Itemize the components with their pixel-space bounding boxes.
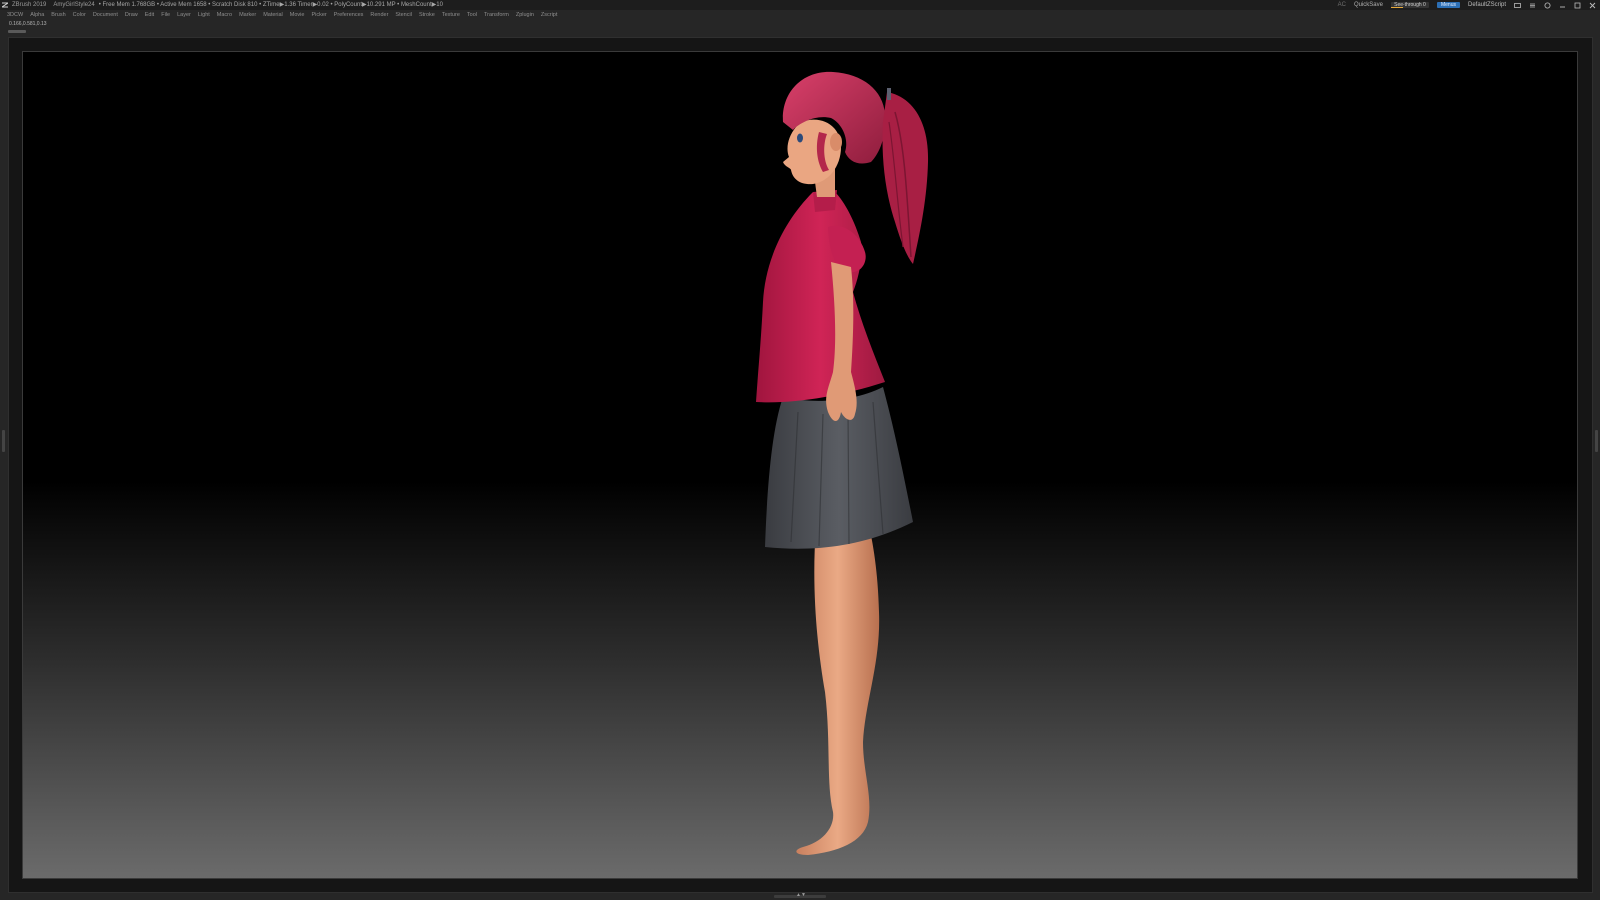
- menu-item-transform[interactable]: Transform: [484, 10, 509, 20]
- shirt: [756, 192, 885, 403]
- ear: [830, 133, 842, 151]
- coordinate-readout: 0.166,0.581,0.13: [9, 21, 47, 27]
- menu-item-edit[interactable]: Edit: [145, 10, 154, 20]
- menu-item-draw[interactable]: Draw: [125, 10, 138, 20]
- default-zscript-button[interactable]: DefaultZScript: [1468, 0, 1506, 10]
- menu-item-marker[interactable]: Marker: [239, 10, 256, 20]
- right-tray-handle[interactable]: [1595, 430, 1598, 452]
- tray-arrows-icon[interactable]: ▲▼: [796, 892, 806, 899]
- eye: [797, 133, 803, 143]
- layout-icon[interactable]: [1514, 2, 1521, 9]
- maximize-icon[interactable]: [1574, 2, 1581, 9]
- menu-item-zplugin[interactable]: Zplugin: [516, 10, 534, 20]
- menu-item-document[interactable]: Document: [93, 10, 118, 20]
- close-icon[interactable]: [1589, 2, 1596, 9]
- see-through-value: 0: [1423, 2, 1426, 8]
- menu-item-render[interactable]: Render: [370, 10, 388, 20]
- left-tray-handle[interactable]: [2, 430, 5, 452]
- title-bar: ZBrush 2019 AmyGirlStyle24 • Free Mem 1.…: [0, 0, 1600, 10]
- document-canvas[interactable]: [8, 37, 1593, 893]
- menu-item-zscript[interactable]: Zscript: [541, 10, 558, 20]
- bottom-tray: ▲▼: [0, 892, 1600, 900]
- main-menu-bar: 3DCW Alpha Brush Color Document Draw Edit File L…: [0, 10, 1600, 20]
- menu-item-brush[interactable]: Brush: [51, 10, 65, 20]
- zbrush-logo-icon: [0, 2, 10, 8]
- menu-item-file[interactable]: File: [161, 10, 170, 20]
- menu-item-alpha[interactable]: Alpha: [30, 10, 44, 20]
- 3d-viewport[interactable]: [22, 51, 1578, 879]
- menu-icon[interactable]: [1529, 2, 1536, 9]
- see-through-slider[interactable]: See-through 0: [1390, 2, 1429, 8]
- menu-item-stroke[interactable]: Stroke: [419, 10, 435, 20]
- menu-item-texture[interactable]: Texture: [442, 10, 460, 20]
- menu-item-light[interactable]: Light: [198, 10, 210, 20]
- document-name: AmyGirlStyle24: [53, 2, 95, 8]
- tray-scroll-handle[interactable]: [8, 30, 26, 33]
- menu-item-picker[interactable]: Picker: [311, 10, 326, 20]
- menu-item-stencil[interactable]: Stencil: [395, 10, 412, 20]
- character-model: [756, 71, 929, 855]
- menu-item-color[interactable]: Color: [73, 10, 86, 20]
- leg: [796, 522, 880, 855]
- help-icon[interactable]: [1544, 2, 1551, 9]
- ac-button[interactable]: AC: [1338, 0, 1346, 10]
- app-title: ZBrush 2019: [12, 2, 47, 8]
- memory-stats: • Free Mem 1.768GB • Active Mem 1658 • S…: [98, 2, 443, 8]
- menu-item-3dcw[interactable]: 3DCW: [7, 10, 23, 20]
- menu-item-macro[interactable]: Macro: [217, 10, 232, 20]
- menu-item-layer[interactable]: Layer: [177, 10, 191, 20]
- menu-item-movie[interactable]: Movie: [290, 10, 305, 20]
- menu-item-preferences[interactable]: Preferences: [334, 10, 364, 20]
- minimize-icon[interactable]: [1559, 2, 1566, 9]
- quicksave-button[interactable]: QuickSave: [1354, 0, 1383, 10]
- menus-button[interactable]: Menus: [1436, 2, 1460, 8]
- menu-item-tool[interactable]: Tool: [467, 10, 477, 20]
- menu-item-material[interactable]: Material: [263, 10, 283, 20]
